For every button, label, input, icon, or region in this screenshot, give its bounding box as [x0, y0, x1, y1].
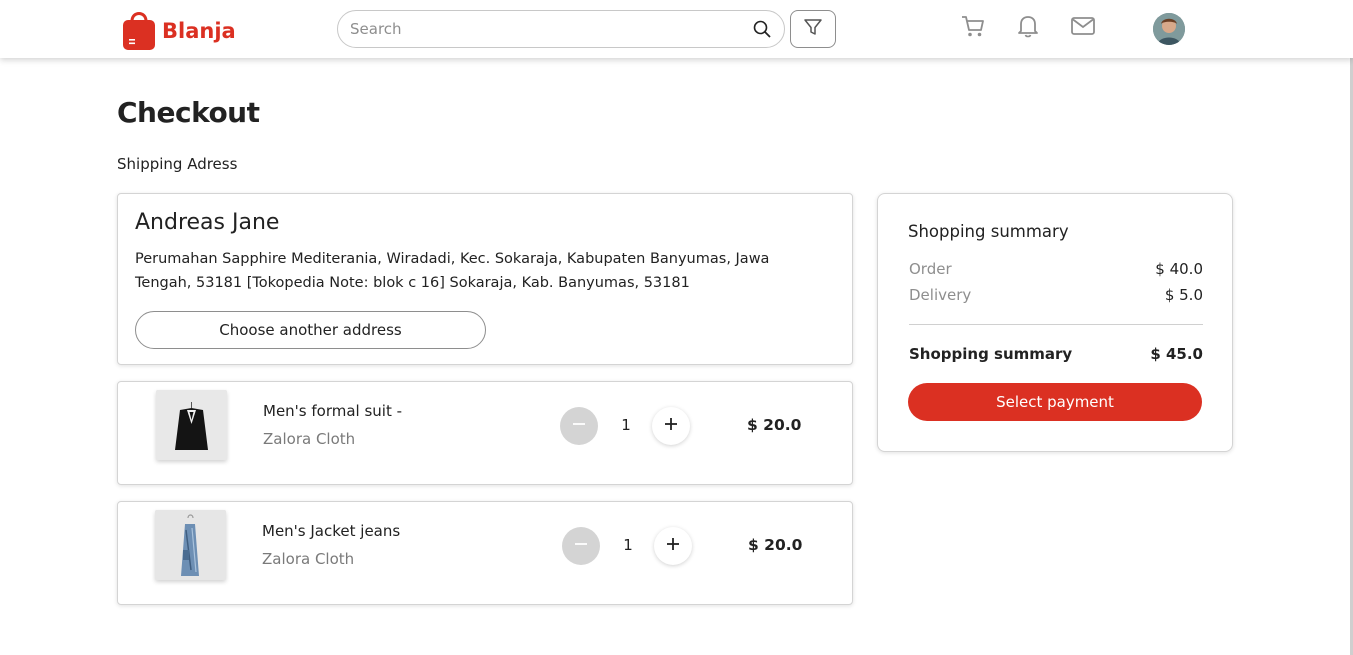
choose-another-address-button[interactable]: Choose another address: [135, 311, 486, 349]
product-name: Men's Jacket jeans: [262, 522, 401, 540]
filter-button[interactable]: [790, 10, 836, 48]
brand-name: Blanja: [162, 19, 236, 43]
product-price: $ 20.0: [748, 536, 803, 554]
delivery-label: Delivery: [909, 286, 972, 304]
order-value: $ 40.0: [1155, 260, 1203, 278]
product-image-jacket[interactable]: [155, 510, 226, 580]
decrease-quantity-button[interactable]: [560, 407, 598, 445]
product-brand: Zalora Cloth: [263, 430, 356, 448]
plus-icon: [663, 416, 679, 436]
bell-icon[interactable]: [1014, 12, 1042, 40]
order-row: Order $ 40.0: [909, 260, 1203, 278]
summary-title: Shopping summary: [908, 222, 1069, 241]
recipient-name: Andreas Jane: [135, 210, 280, 235]
address-text: Perumahan Sapphire Mediterania, Wiradadi…: [135, 251, 770, 291]
product-price: $ 20.0: [747, 416, 802, 434]
filter-icon: [803, 17, 823, 41]
quantity-value: 1: [623, 536, 633, 554]
cart-icon[interactable]: [959, 12, 987, 40]
user-avatar[interactable]: [1153, 13, 1185, 45]
search-input[interactable]: [350, 20, 752, 38]
increase-quantity-button[interactable]: [652, 407, 690, 445]
total-row: Shopping summary $ 45.0: [909, 345, 1203, 363]
decrease-quantity-button[interactable]: [562, 527, 600, 565]
address-card: Andreas Jane Perumahan Sapphire Meditera…: [117, 193, 853, 365]
brand-logo[interactable]: Blanja: [122, 7, 236, 51]
cart-item: Men's formal suit - Zalora Cloth 1 $ 20.…: [117, 381, 853, 485]
order-label: Order: [909, 260, 952, 278]
select-payment-button[interactable]: Select payment: [908, 383, 1202, 421]
total-label: Shopping summary: [909, 345, 1073, 363]
cart-item: Men's Jacket jeans Zalora Cloth 1 $ 20.0: [117, 501, 853, 605]
minus-icon: [573, 536, 589, 556]
summary-divider: [909, 324, 1203, 325]
delivery-value: $ 5.0: [1164, 286, 1203, 304]
shopping-summary-card: Shopping summary Order $ 40.0 Delivery $…: [877, 193, 1233, 452]
search-icon[interactable]: [752, 19, 772, 39]
search-bar: [337, 10, 785, 48]
shopping-bag-logo-icon: [122, 7, 156, 51]
page-title: Checkout: [117, 96, 260, 129]
increase-quantity-button[interactable]: [654, 527, 692, 565]
mail-icon[interactable]: [1069, 12, 1097, 40]
top-navbar: Blanja: [0, 0, 1353, 58]
product-image-suit[interactable]: [156, 390, 227, 460]
product-brand: Zalora Cloth: [262, 550, 355, 568]
plus-icon: [665, 536, 681, 556]
shipping-address-label: Shipping Adress: [117, 155, 238, 173]
minus-icon: [571, 416, 587, 436]
product-name: Men's formal suit -: [263, 402, 403, 420]
delivery-row: Delivery $ 5.0: [909, 286, 1203, 304]
total-value: $ 45.0: [1150, 345, 1203, 363]
quantity-value: 1: [621, 416, 631, 434]
